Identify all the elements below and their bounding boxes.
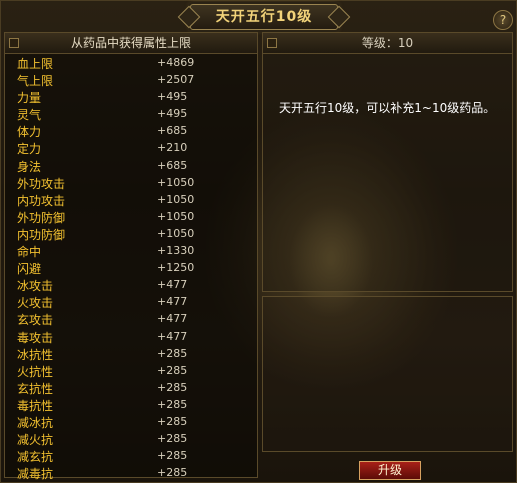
stat-name: 冰攻击 (17, 279, 54, 294)
stats-panel-header: 从药品中获得属性上限 (5, 33, 257, 54)
stat-value: +285 (157, 432, 188, 446)
stat-name: 玄攻击 (17, 313, 54, 328)
stat-name: 冰抗性 (17, 347, 54, 362)
stat-name: 玄抗性 (17, 381, 54, 396)
stat-value: +685 (157, 158, 188, 172)
stat-value: +4869 (157, 56, 195, 69)
stat-row: 毒抗性 +285 (5, 396, 257, 413)
stat-row: 外功防御 +1050 (5, 208, 257, 225)
stat-value: +285 (157, 397, 188, 411)
stat-name: 毒抗性 (17, 398, 54, 413)
stat-name: 减玄抗 (17, 450, 54, 465)
stat-value: +285 (157, 346, 188, 360)
stat-value: +495 (157, 107, 188, 121)
stat-list: 血上限 +4869 气上限 +2507 力量 +495 灵气 +495 体力 +685 定力 +210… (5, 54, 257, 481)
stat-row: 血上限 +4869 (5, 54, 257, 71)
level-label: 等级：10 (361, 36, 414, 50)
stat-name: 身法 (17, 159, 42, 174)
stat-value: +285 (157, 449, 188, 463)
stat-row: 冰抗性 +285 (5, 345, 257, 362)
stat-row: 火攻击 +477 (5, 293, 257, 310)
stat-row: 冰攻击 +477 (5, 276, 257, 293)
stat-name: 命中 (17, 245, 42, 260)
stat-name: 气上限 (17, 74, 54, 89)
stat-row: 体力 +685 (5, 122, 257, 139)
stat-row: 火抗性 +285 (5, 362, 257, 379)
stat-name: 减毒抗 (17, 467, 54, 482)
stat-name: 体力 (17, 125, 42, 140)
detail-panel (262, 296, 513, 452)
stat-name: 定力 (17, 142, 42, 157)
stat-value: +1250 (157, 261, 195, 275)
stat-name: 火抗性 (17, 364, 54, 379)
stat-value: +285 (157, 466, 188, 480)
stat-row: 定力 +210 (5, 139, 257, 156)
window-title: 天开五行10级 (190, 4, 338, 30)
stat-row: 减毒抗 +285 (5, 464, 257, 481)
stat-row: 命中 +1330 (5, 242, 257, 259)
stat-value: +1050 (157, 192, 195, 206)
stat-value: +685 (157, 124, 188, 138)
stat-value: +1050 (157, 209, 195, 223)
stat-row: 内功防御 +1050 (5, 225, 257, 242)
stat-value: +477 (157, 295, 188, 309)
stat-value: +285 (157, 380, 188, 394)
stat-value: +477 (157, 312, 188, 326)
stat-value: +1050 (157, 175, 195, 189)
stat-row: 气上限 +2507 (5, 71, 257, 88)
stat-row: 减火抗 +285 (5, 430, 257, 447)
stat-name: 内功攻击 (17, 193, 66, 208)
stat-value: +477 (157, 278, 188, 292)
stat-value: +477 (157, 329, 188, 343)
stat-value: +210 (157, 141, 188, 155)
stat-name: 毒攻击 (17, 330, 54, 345)
stat-row: 力量 +495 (5, 88, 257, 105)
stat-value: +495 (157, 90, 188, 104)
stat-name: 外功防御 (17, 210, 66, 225)
stat-row: 减冰抗 +285 (5, 413, 257, 430)
level-bar: 等级：10 (263, 33, 512, 54)
collapse-icon[interactable] (9, 38, 19, 48)
upgrade-button[interactable]: 升级 (359, 461, 421, 480)
stat-name: 闪避 (17, 262, 42, 277)
stat-row: 内功攻击 +1050 (5, 191, 257, 208)
stat-value: +1330 (157, 244, 195, 258)
stat-row: 外功攻击 +1050 (5, 174, 257, 191)
stat-value: +1050 (157, 226, 195, 240)
stat-row: 减玄抗 +285 (5, 447, 257, 464)
help-icon[interactable]: ? (493, 10, 513, 30)
stat-name: 火攻击 (17, 296, 54, 311)
info-panel: 等级：10 天开五行10级，可以补充1~10级药品。 (262, 32, 513, 292)
stat-value: +285 (157, 363, 188, 377)
stat-name: 内功防御 (17, 227, 66, 242)
stat-name: 减冰抗 (17, 415, 54, 430)
stat-row: 身法 +685 (5, 157, 257, 174)
stat-value: +285 (157, 414, 188, 428)
stat-row: 灵气 +495 (5, 105, 257, 122)
stat-row: 毒攻击 +477 (5, 328, 257, 345)
stats-panel-title: 从药品中获得属性上限 (70, 36, 191, 50)
stat-row: 玄抗性 +285 (5, 379, 257, 396)
level-description: 天开五行10级，可以补充1~10级药品。 (279, 101, 496, 115)
collapse-icon[interactable] (267, 38, 277, 48)
stat-name: 力量 (17, 91, 42, 106)
stat-name: 灵气 (17, 108, 42, 123)
stat-name: 血上限 (17, 57, 54, 71)
stats-panel: 从药品中获得属性上限 血上限 +4869 气上限 +2507 力量 +495 灵气 +495 体… (4, 32, 258, 481)
stat-row: 闪避 +1250 (5, 259, 257, 276)
stat-name: 减火抗 (17, 433, 54, 448)
stat-name: 外功攻击 (17, 176, 66, 191)
stat-row: 玄攻击 +477 (5, 310, 257, 327)
stat-value: +2507 (157, 73, 195, 87)
